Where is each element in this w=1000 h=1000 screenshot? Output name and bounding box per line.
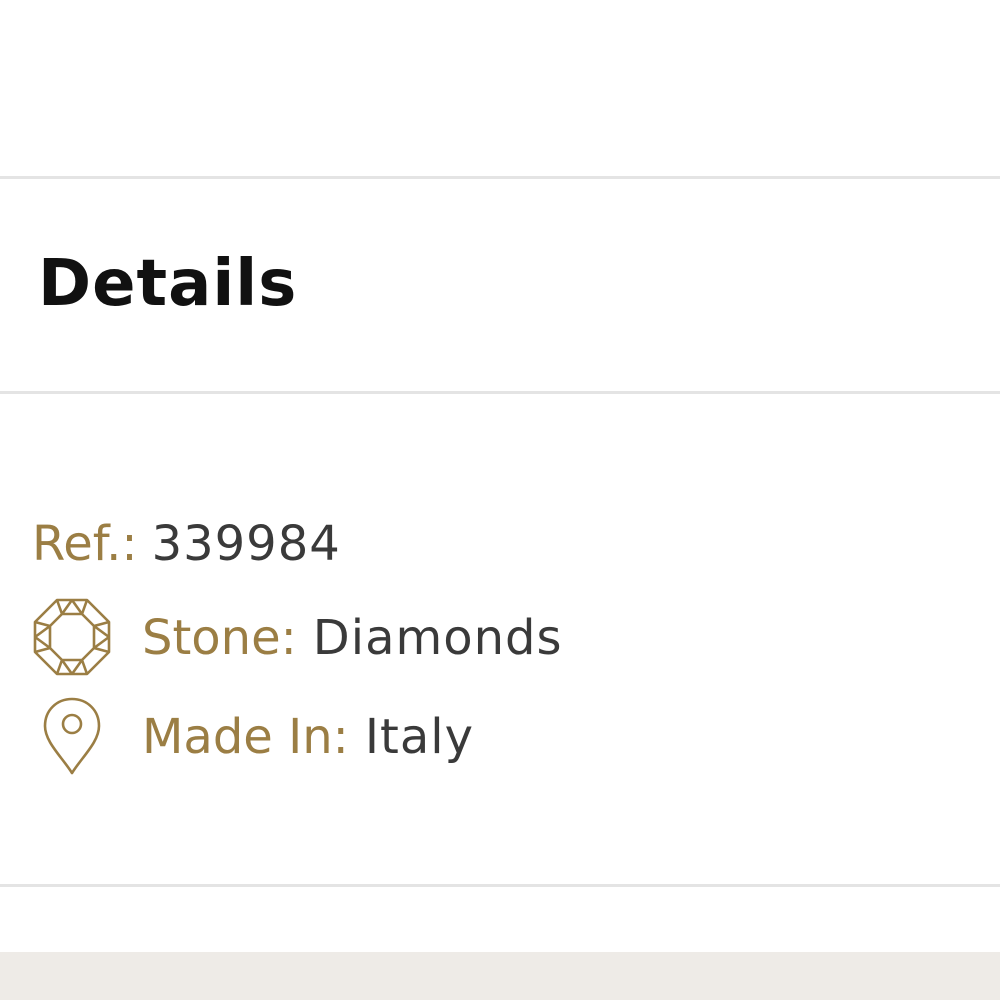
ref-value: 339984 (151, 516, 341, 572)
title-divider (0, 391, 1000, 394)
details-page: Details Ref.: 339984 Stone: Diamonds Mad… (0, 0, 1000, 1000)
made-in-label: Made In: (142, 709, 349, 765)
footer-band (0, 952, 1000, 1000)
made-in-value: Italy (364, 709, 474, 765)
detail-row-stone: Stone: Diamonds (32, 598, 563, 678)
stone-label: Stone: (142, 610, 297, 666)
detail-row-ref: Ref.: 339984 (32, 514, 341, 574)
top-divider (0, 176, 1000, 179)
section-title: Details (38, 247, 298, 321)
gem-icon (32, 598, 112, 678)
detail-row-made-in: Made In: Italy (32, 697, 474, 777)
location-pin-icon (32, 697, 112, 777)
stone-value: Diamonds (312, 610, 563, 666)
bottom-divider (0, 884, 1000, 887)
ref-label: Ref.: (32, 516, 138, 572)
